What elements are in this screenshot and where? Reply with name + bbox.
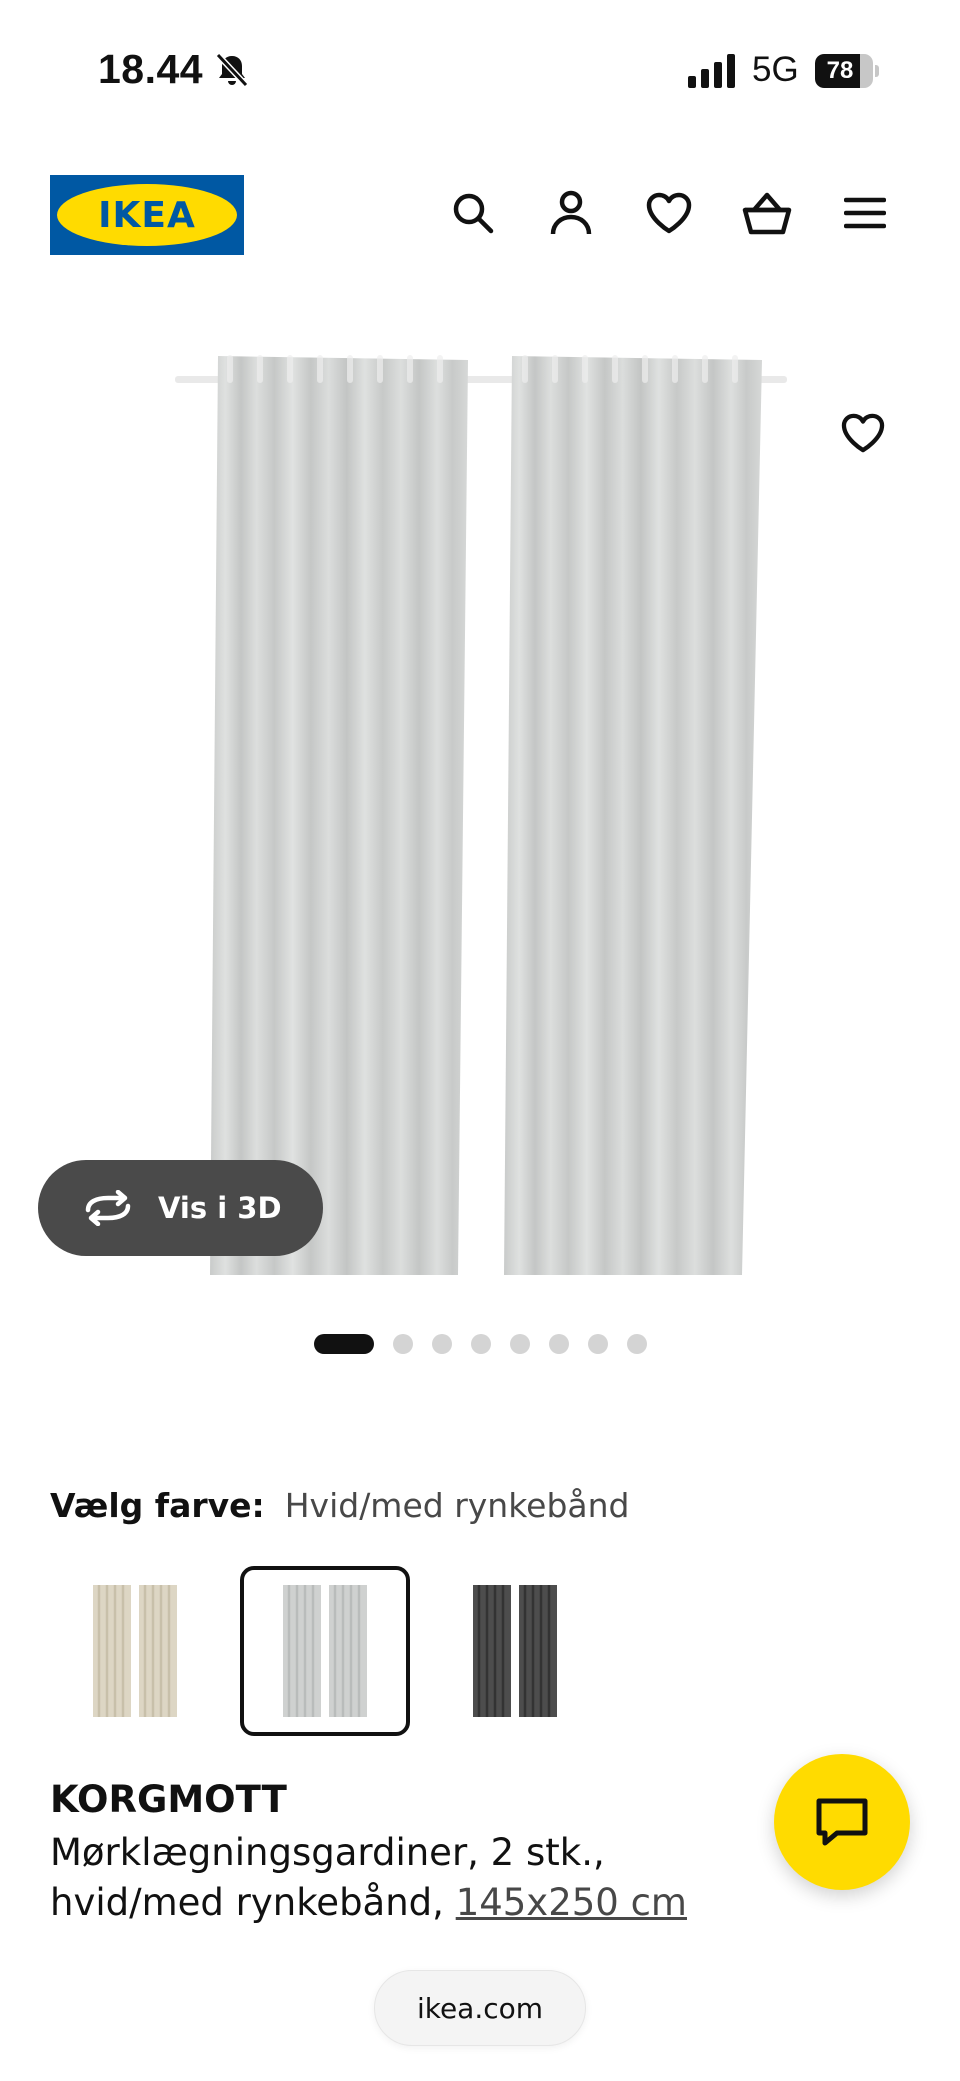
product-description: Mørklægningsgardiner, 2 stk., hvid/med r… (50, 1828, 790, 1928)
bell-muted-icon (215, 52, 249, 88)
favourites-icon[interactable] (644, 188, 694, 238)
product-size-link[interactable]: 145x250 cm (456, 1881, 687, 1924)
menu-icon[interactable] (840, 188, 890, 238)
gallery-dot[interactable] (393, 1334, 413, 1354)
logo-text: IKEA (98, 194, 196, 236)
signal-icon (688, 54, 735, 88)
product-favourite-button[interactable] (838, 408, 888, 458)
account-icon[interactable] (546, 188, 596, 238)
color-selector-header: Vælg farve: Hvid/med rynkebånd (50, 1486, 629, 1525)
color-selected-value: Hvid/med rynkebånd (284, 1486, 630, 1525)
view-3d-button[interactable]: Vis i 3D (38, 1160, 323, 1256)
search-icon[interactable] (448, 188, 498, 238)
chat-icon (816, 1798, 868, 1846)
gallery-dot[interactable] (627, 1334, 647, 1354)
color-label: Vælg farve: (50, 1486, 265, 1525)
color-swatch-moerkegraa[interactable] (430, 1566, 600, 1736)
color-swatch-beige[interactable] (50, 1566, 220, 1736)
status-bar: 18.44 5G 78 (0, 0, 960, 140)
browser-url-bar[interactable]: ikea.com (374, 1970, 586, 2046)
swatch-curtain-image (283, 1585, 367, 1717)
swatch-curtain-image (93, 1585, 177, 1717)
heart-icon (841, 413, 885, 453)
basket-icon[interactable] (742, 188, 792, 238)
gallery-dot[interactable] (549, 1334, 569, 1354)
product-name: KORGMOTT (50, 1778, 287, 1821)
gallery-dot[interactable] (432, 1334, 452, 1354)
gallery-dot[interactable] (314, 1334, 374, 1354)
battery-indicator: 78 (815, 54, 879, 88)
gallery-dot[interactable] (471, 1334, 491, 1354)
battery-percent: 78 (826, 57, 854, 84)
chat-button[interactable] (774, 1754, 910, 1890)
swatch-curtain-image (473, 1585, 557, 1717)
gallery-dot[interactable] (510, 1334, 530, 1354)
product-image[interactable] (150, 330, 810, 1280)
rotate-3d-icon (85, 1190, 131, 1226)
gallery-pagination[interactable] (314, 1334, 647, 1354)
ikea-logo[interactable]: IKEA (50, 175, 244, 255)
status-time: 18.44 (98, 46, 204, 92)
network-label: 5G (752, 50, 799, 89)
color-swatch-hvid[interactable] (240, 1566, 410, 1736)
gallery-dot[interactable] (588, 1334, 608, 1354)
view-3d-label: Vis i 3D (158, 1191, 282, 1225)
